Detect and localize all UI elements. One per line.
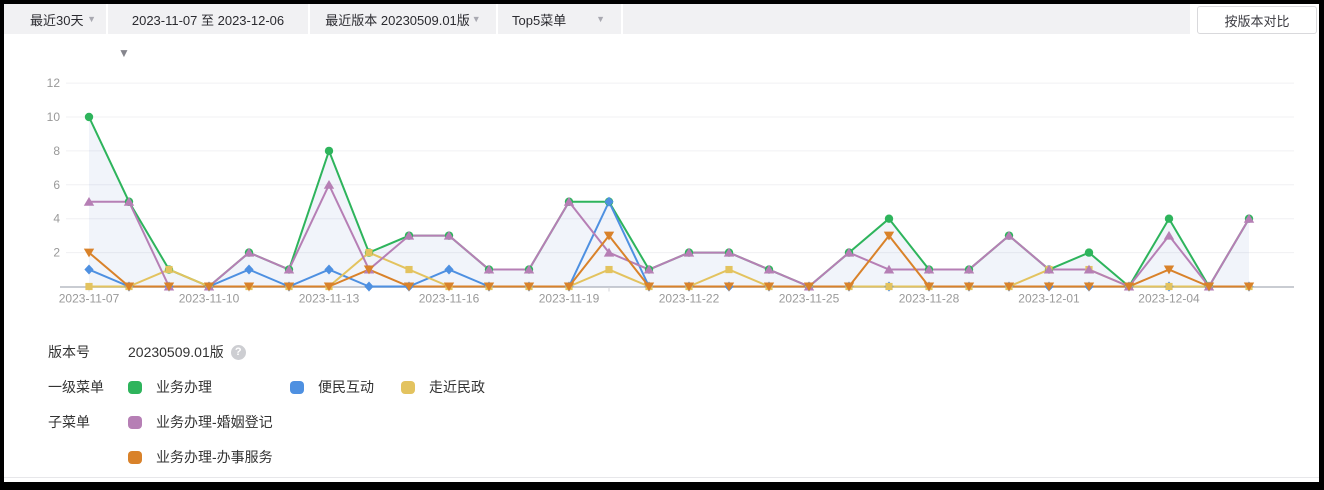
legend-swatch-green	[128, 381, 142, 394]
caret-down-icon: ▼	[472, 15, 481, 24]
svg-text:8: 8	[53, 144, 60, 158]
svg-text:2023-11-19: 2023-11-19	[539, 292, 600, 306]
compare-by-version-button[interactable]: 按版本对比	[1197, 6, 1317, 34]
version-value: 20230509.01版	[128, 342, 224, 362]
version-row: 版本号 20230509.01版 ?	[48, 342, 246, 362]
svg-text:2023-11-07: 2023-11-07	[59, 292, 120, 306]
legend-item[interactable]: 业务办理-办事服务	[128, 447, 273, 467]
frame-edge	[0, 482, 1324, 490]
date-range-filter[interactable]: 2023-11-07 至 2023-12-06	[108, 4, 310, 34]
date-range-value: 2023-11-07 至 2023-12-06	[132, 10, 284, 29]
bottom-divider	[4, 477, 1319, 478]
legend-item[interactable]: 走近民政	[401, 377, 485, 397]
svg-text:2023-12-01: 2023-12-01	[1018, 292, 1080, 306]
legend-item[interactable]: 业务办理-婚姻登记	[128, 412, 273, 432]
legend-item[interactable]: 业务办理	[128, 377, 212, 397]
legend-swatch-blue	[290, 381, 304, 394]
legend-item-label: 业务办理-婚姻登记	[156, 412, 273, 432]
svg-text:12: 12	[47, 76, 61, 90]
caret-down-icon: ▼	[87, 15, 96, 24]
menu-usage-line-chart: 2 4 6 8 10 12 2023-11-07 2023-11-10 2023-11-13 20…	[0, 0, 1324, 330]
legend-item-label: 便民互动	[318, 377, 374, 397]
top5-menu-filter[interactable]: Top5菜单 ▼	[498, 4, 623, 34]
svg-text:6: 6	[53, 178, 60, 192]
dashboard-panel: 2 4 6 8 10 12 2023-11-07 2023-11-10 2023-11-13 20…	[0, 0, 1324, 490]
svg-text:2023-11-10: 2023-11-10	[179, 292, 240, 306]
svg-text:2: 2	[53, 246, 60, 260]
toolbar-filler	[623, 4, 1190, 34]
svg-text:2023-11-28: 2023-11-28	[899, 292, 960, 306]
caret-down-icon: ▼	[596, 15, 605, 24]
level1-legend-label: 一级菜单	[48, 377, 128, 397]
svg-text:2023-11-13: 2023-11-13	[299, 292, 360, 306]
frame-edge	[0, 0, 4, 490]
svg-text:2023-12-04: 2023-12-04	[1138, 292, 1200, 306]
legend-item[interactable]: 便民互动	[290, 377, 374, 397]
legend-item-label: 业务办理	[156, 377, 212, 397]
filter-toolbar: 最近30天 ▼ 2023-11-07 至 2023-12-06 最近版本 202…	[4, 4, 1190, 34]
submenu-legend-label: 子菜单	[48, 412, 128, 432]
help-icon[interactable]: ?	[231, 345, 246, 360]
submenu-legend-row: 子菜单 业务办理-婚姻登记	[48, 412, 273, 432]
svg-text:10: 10	[47, 110, 61, 124]
svg-text:2023-11-22: 2023-11-22	[659, 292, 720, 306]
submenu-legend-row-2: 业务办理-办事服务	[48, 447, 273, 467]
legend-swatch-purple	[128, 416, 142, 429]
frame-edge	[0, 0, 1324, 4]
legend-item-label: 走近民政	[429, 377, 485, 397]
date-range-preset-label: 最近30天	[30, 10, 83, 29]
date-range-preset-filter[interactable]: 最近30天 ▼	[4, 4, 108, 34]
version-row-label: 版本号	[48, 342, 128, 362]
version-filter-label: 最近版本 20230509.01版	[325, 10, 470, 29]
level1-legend-row: 一级菜单 业务办理 便民互动 走近民政	[48, 377, 485, 397]
version-filter[interactable]: 最近版本 20230509.01版 ▼	[310, 4, 498, 34]
open-dropdown-indicator-icon: ▼	[118, 47, 130, 59]
frame-edge	[1319, 0, 1324, 490]
top5-menu-label: Top5菜单	[512, 10, 566, 29]
svg-text:4: 4	[53, 212, 60, 226]
svg-text:2023-11-16: 2023-11-16	[419, 292, 480, 306]
legend-item-label: 业务办理-办事服务	[156, 447, 273, 467]
legend-swatch-yellow	[401, 381, 415, 394]
legend-swatch-orange	[128, 451, 142, 464]
svg-text:2023-11-25: 2023-11-25	[779, 292, 840, 306]
